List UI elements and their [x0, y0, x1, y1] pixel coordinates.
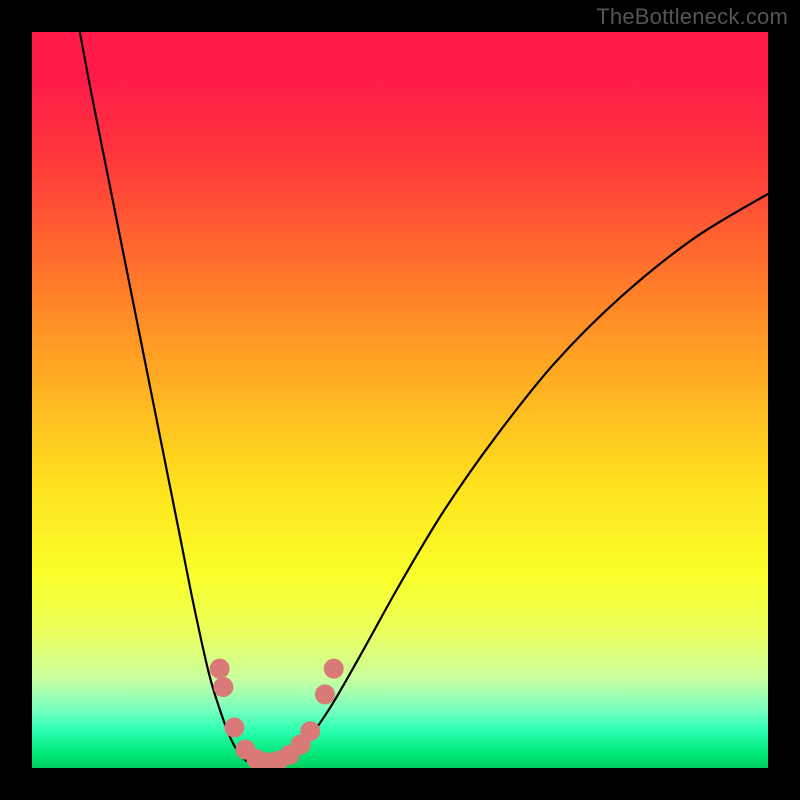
attribution-label: TheBottleneck.com: [596, 4, 788, 30]
chart-frame: TheBottleneck.com: [0, 0, 800, 800]
marker-dot: [315, 684, 335, 704]
marker-dot: [213, 677, 233, 697]
marker-dot: [210, 659, 230, 679]
marker-dot: [324, 659, 344, 679]
trough-markers: [210, 659, 344, 772]
marker-dot: [300, 721, 320, 741]
chart-svg: [0, 0, 800, 800]
bottleneck-curve: [80, 32, 768, 767]
marker-dot: [224, 718, 244, 738]
